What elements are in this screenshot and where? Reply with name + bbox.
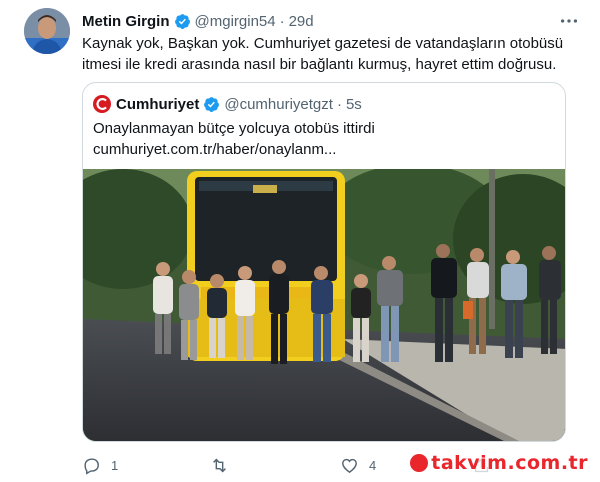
reply-button[interactable]: 1 bbox=[82, 454, 118, 476]
quoted-header: Cumhuriyet @cumhuriyetgzt · 5s bbox=[93, 94, 362, 114]
tweet-text: Kaynak yok, Başkan yok. Cumhuriyet gazet… bbox=[82, 35, 564, 73]
quoted-link[interactable]: cumhuriyet.com.tr/haber/onaylanm... bbox=[93, 139, 553, 160]
verified-badge-icon bbox=[174, 13, 190, 29]
tweet-header: Metin Girgin @mgirgin54 · 29d bbox=[82, 10, 580, 32]
verified-badge-icon bbox=[204, 96, 220, 112]
author-handle[interactable]: @mgirgin54 bbox=[195, 13, 276, 30]
author-avatar[interactable] bbox=[24, 8, 70, 54]
watermark-tail: .com.tr bbox=[507, 452, 588, 474]
quoted-photo[interactable] bbox=[83, 169, 566, 442]
separator: · bbox=[279, 12, 285, 30]
watermark-brand: takvim bbox=[431, 452, 508, 474]
like-button[interactable]: 4 bbox=[340, 454, 376, 476]
separator: · bbox=[336, 95, 342, 113]
tweet-time[interactable]: 29d bbox=[289, 13, 314, 30]
quoted-time: 5s bbox=[345, 95, 362, 113]
avatar-image bbox=[24, 8, 70, 54]
retweet-button[interactable] bbox=[210, 454, 239, 476]
reply-icon bbox=[84, 457, 99, 475]
quoted-tweet[interactable]: Cumhuriyet @cumhuriyetgzt · 5s Onaylanma… bbox=[82, 82, 566, 442]
quoted-text: Onaylanmayan bütçe yolcuya otobüs ittird… bbox=[93, 120, 375, 137]
more-icon[interactable] bbox=[558, 10, 580, 32]
watermark-ball-icon bbox=[410, 454, 429, 472]
like-count: 4 bbox=[369, 457, 377, 473]
takvim-watermark: takvim .com.tr bbox=[406, 450, 594, 476]
quoted-handle: @cumhuriyetgzt bbox=[224, 95, 333, 113]
reply-count: 1 bbox=[111, 457, 119, 473]
cumhuriyet-logo-icon bbox=[93, 95, 111, 113]
quoted-text-block: Onaylanmayan bütçe yolcuya otobüs ittird… bbox=[93, 118, 553, 160]
author-name[interactable]: Metin Girgin bbox=[82, 13, 170, 30]
quoted-author-name: Cumhuriyet bbox=[116, 95, 200, 113]
like-icon bbox=[342, 458, 357, 473]
retweet-icon bbox=[213, 458, 226, 472]
